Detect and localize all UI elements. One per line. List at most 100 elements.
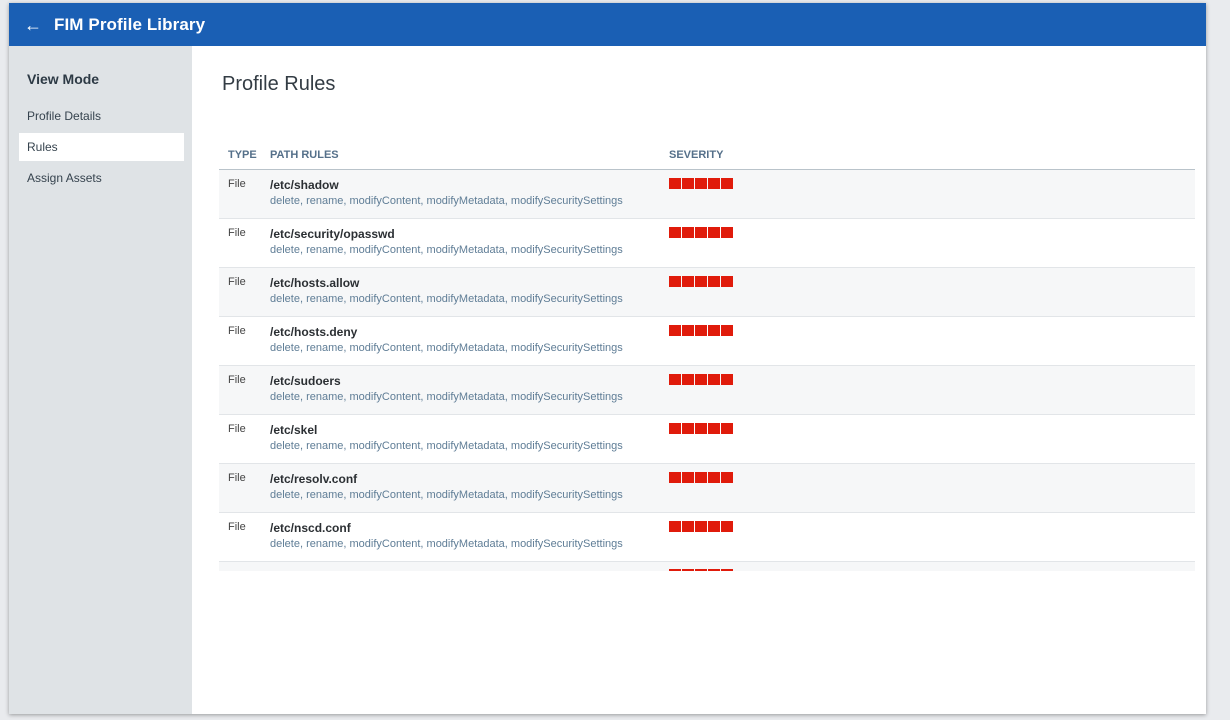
rule-path-cell — [270, 562, 669, 571]
rule-severity — [669, 268, 1195, 316]
severity-meter — [669, 569, 1195, 571]
severity-block — [695, 472, 707, 483]
severity-meter — [669, 227, 1195, 238]
rule-path: /etc/shadow — [270, 178, 339, 192]
sidebar-item-profile-details[interactable]: Profile Details — [19, 102, 184, 130]
rule-path-cell: /etc/hosts.deny delete, rename, modifyCon… — [270, 317, 669, 365]
severity-block — [708, 178, 720, 189]
severity-block — [721, 178, 733, 189]
severity-block — [682, 227, 694, 238]
severity-block — [695, 521, 707, 532]
rule-severity — [669, 562, 1195, 571]
rule-severity — [669, 170, 1195, 218]
severity-block — [669, 178, 681, 189]
rule-type: File — [228, 227, 246, 239]
severity-block — [708, 472, 720, 483]
rule-operations: delete, rename, modifyContent, modifyMet… — [270, 440, 623, 452]
rule-path-cell: /etc/security/opasswd delete, rename, mod… — [270, 219, 669, 267]
table-body[interactable]: File/etc/shadow delete, rename, modifyCon… — [219, 170, 1195, 571]
rule-type: File — [228, 374, 246, 386]
severity-block — [682, 178, 694, 189]
table-row[interactable]: File/etc/sudoers delete, rename, modifyCo… — [219, 366, 1195, 415]
rule-severity — [669, 366, 1195, 414]
severity-block — [708, 423, 720, 434]
severity-block — [669, 472, 681, 483]
arrow-left-icon[interactable]: ← — [24, 16, 46, 34]
severity-block — [682, 374, 694, 385]
rule-path: /etc/nscd.conf — [270, 521, 351, 535]
severity-block — [695, 325, 707, 336]
rule-path-cell: /etc/skel delete, rename, modifyContent, … — [270, 415, 669, 463]
severity-block — [721, 227, 733, 238]
severity-block — [669, 423, 681, 434]
app-title: FIM Profile Library — [54, 14, 206, 34]
severity-block — [721, 472, 733, 483]
severity-block — [721, 325, 733, 336]
app-header: ← FIM Profile Library — [9, 3, 1206, 46]
column-header-path-rules[interactable]: PATH RULES — [270, 149, 669, 161]
rule-type: File — [228, 472, 246, 484]
sidebar-item-assign-assets[interactable]: Assign Assets — [19, 164, 184, 192]
rule-severity — [669, 513, 1195, 561]
app-window: ← FIM Profile Library View Mode Profile … — [9, 3, 1206, 714]
severity-block — [708, 569, 720, 571]
severity-block — [695, 569, 707, 571]
column-header-type[interactable]: TYPE — [219, 149, 270, 161]
severity-block — [695, 423, 707, 434]
rule-type: File — [228, 423, 246, 435]
rule-operations: delete, rename, modifyContent, modifyMet… — [270, 244, 623, 256]
severity-block — [708, 374, 720, 385]
main-content: Profile Rules TYPE PATH RULES SEVERITY F… — [192, 46, 1206, 714]
rule-operations: delete, rename, modifyContent, modifyMet… — [270, 342, 623, 354]
severity-block — [669, 276, 681, 287]
severity-block — [721, 521, 733, 532]
severity-meter — [669, 325, 1195, 336]
severity-block — [695, 374, 707, 385]
table-row[interactable]: File/etc/hosts.allow delete, rename, modi… — [219, 268, 1195, 317]
table-row[interactable]: File/etc/skel delete, rename, modifyConte… — [219, 415, 1195, 464]
severity-block — [669, 521, 681, 532]
severity-block — [669, 374, 681, 385]
severity-meter — [669, 276, 1195, 287]
severity-block — [695, 178, 707, 189]
rule-operations: delete, rename, modifyContent, modifyMet… — [270, 489, 623, 501]
table-row[interactable]: File/etc/security/opasswd delete, rename,… — [219, 219, 1195, 268]
severity-meter — [669, 521, 1195, 532]
rule-severity — [669, 219, 1195, 267]
rule-type: File — [228, 521, 246, 533]
severity-block — [669, 227, 681, 238]
table-row-partial[interactable] — [219, 562, 1195, 571]
severity-block — [721, 569, 733, 571]
severity-block — [721, 374, 733, 385]
table-row[interactable]: File/etc/hosts.deny delete, rename, modif… — [219, 317, 1195, 366]
severity-block — [695, 276, 707, 287]
rule-path: /etc/resolv.conf — [270, 472, 358, 486]
table-row[interactable]: File/etc/shadow delete, rename, modifyCon… — [219, 170, 1195, 219]
severity-meter — [669, 423, 1195, 434]
severity-meter — [669, 178, 1195, 189]
rule-type: File — [228, 178, 246, 190]
severity-block — [682, 423, 694, 434]
sidebar-item-rules[interactable]: Rules — [19, 133, 184, 161]
rule-operations: delete, rename, modifyContent, modifyMet… — [270, 195, 623, 207]
severity-block — [708, 276, 720, 287]
severity-block — [669, 569, 681, 571]
sidebar-nav: Profile Details Rules Assign Assets — [9, 102, 192, 192]
rule-path-cell: /etc/nscd.conf delete, rename, modifyCont… — [270, 513, 669, 561]
severity-block — [721, 423, 733, 434]
severity-block — [682, 325, 694, 336]
rule-path-cell: /etc/shadow delete, rename, modifyContent… — [270, 170, 669, 218]
table-row[interactable]: File/etc/nscd.conf delete, rename, modify… — [219, 513, 1195, 562]
rule-path-cell: /etc/resolv.conf delete, rename, modifyCo… — [270, 464, 669, 512]
severity-block — [708, 521, 720, 532]
rule-type: File — [228, 276, 246, 288]
page-title: Profile Rules — [222, 73, 336, 95]
severity-block — [708, 325, 720, 336]
severity-block — [669, 325, 681, 336]
column-header-severity[interactable]: SEVERITY — [669, 149, 1195, 161]
rule-path: /etc/sudoers — [270, 374, 341, 388]
rule-type: File — [228, 325, 246, 337]
table-header: TYPE PATH RULES SEVERITY — [219, 140, 1195, 170]
table-row[interactable]: File/etc/resolv.conf delete, rename, modi… — [219, 464, 1195, 513]
sidebar: View Mode Profile Details Rules Assign A… — [9, 46, 192, 714]
